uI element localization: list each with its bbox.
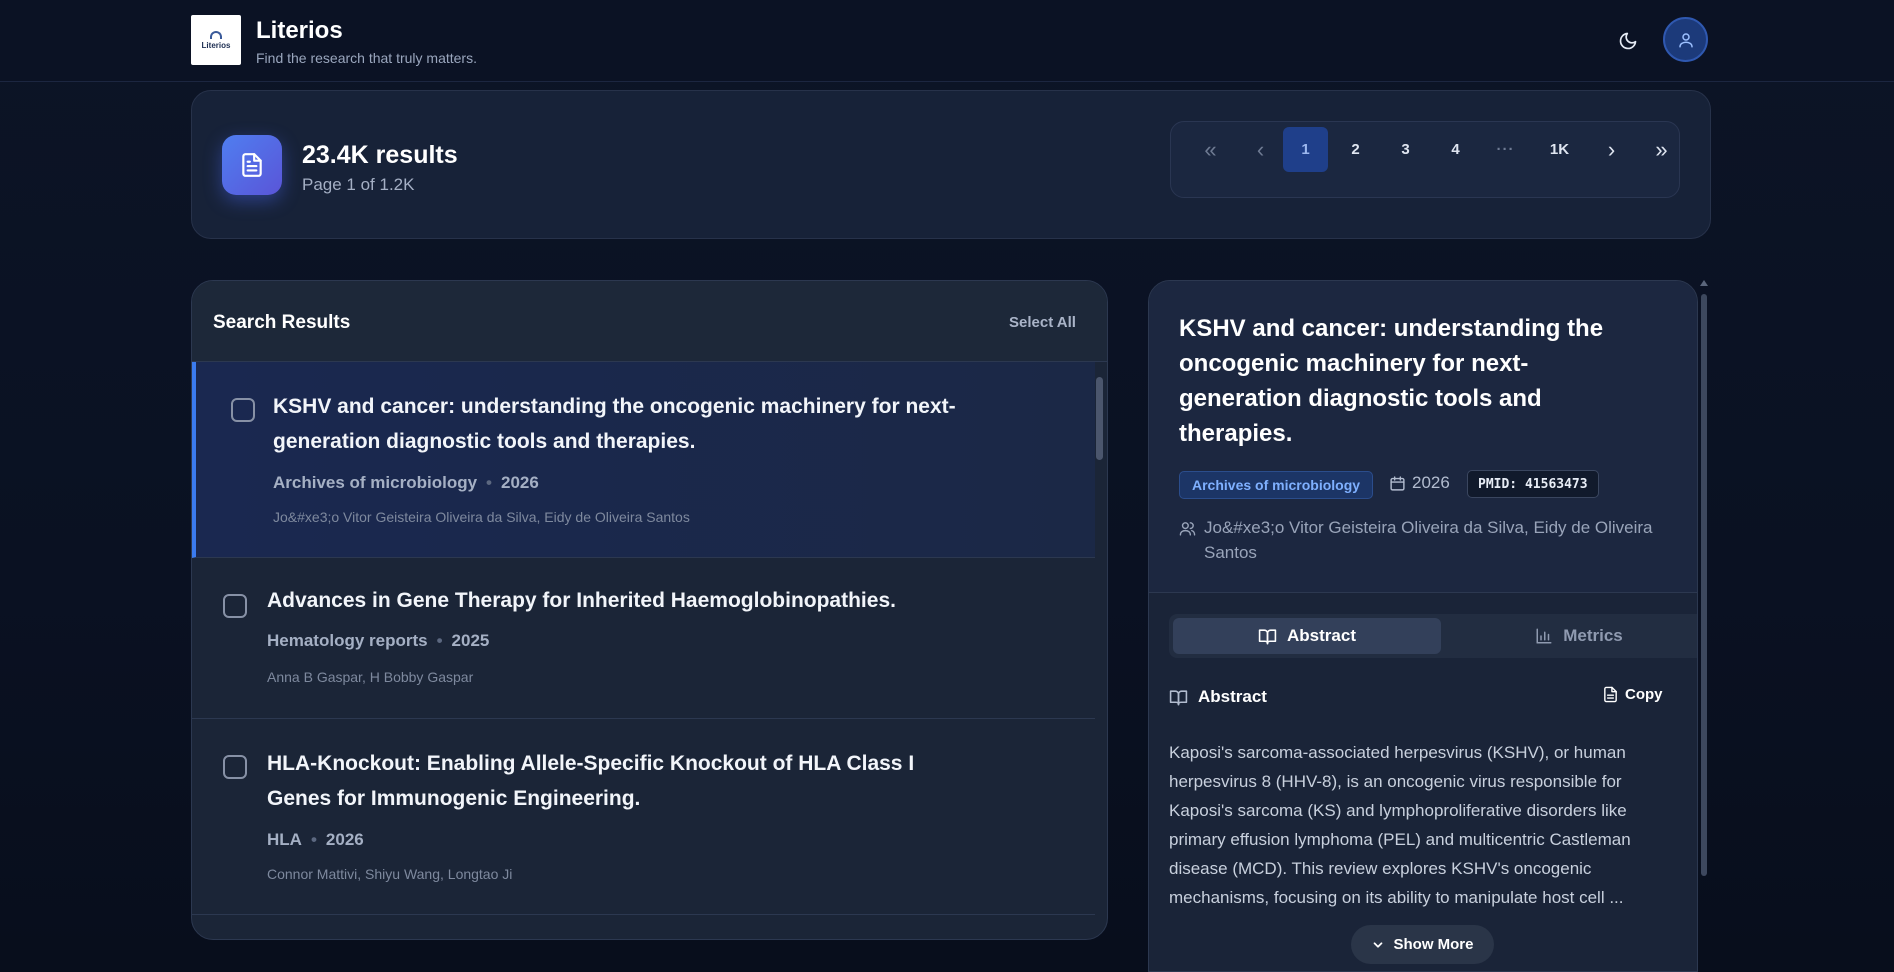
page-button-4[interactable]: 4 bbox=[1433, 127, 1478, 172]
result-title[interactable]: HLA-Knockout: Enabling Allele-Specific K… bbox=[267, 746, 967, 816]
tab-metrics[interactable]: Metrics bbox=[1449, 618, 1697, 654]
brand-logo[interactable]: Literios bbox=[191, 15, 241, 65]
select-all-button[interactable]: Select All bbox=[1009, 314, 1076, 331]
detail-authors-row: Jo&#xe3;o Vitor Geisteira Oliveira da Si… bbox=[1179, 515, 1679, 565]
logo-mark bbox=[210, 30, 222, 39]
document-icon bbox=[242, 153, 262, 177]
tab-abstract[interactable]: Abstract bbox=[1173, 618, 1441, 654]
results-title: Search Results bbox=[213, 312, 351, 333]
first-page-button[interactable]: « bbox=[1188, 127, 1233, 172]
book-open-icon bbox=[1258, 628, 1277, 644]
show-more-button[interactable]: Show More bbox=[1351, 925, 1494, 964]
abstract-heading-text: Abstract bbox=[1198, 687, 1267, 706]
user-menu-button[interactable] bbox=[1663, 17, 1708, 62]
theme-toggle-button[interactable] bbox=[1614, 27, 1642, 55]
detail-year: 2026 bbox=[1389, 473, 1450, 493]
result-item[interactable]: HLA-Knockout: Enabling Allele-Specific K… bbox=[192, 719, 1095, 915]
result-journal: Archives of microbiology bbox=[273, 473, 478, 492]
brand-tagline: Find the research that truly matters. bbox=[256, 50, 477, 66]
brand-title: Literios bbox=[256, 17, 343, 44]
result-authors: Anna B Gaspar, H Bobby Gaspar bbox=[267, 669, 474, 685]
logo-text: Literios bbox=[201, 40, 231, 50]
results-summary-card: 23.4K results Page 1 of 1.2K « ‹ 1 2 3 4… bbox=[191, 90, 1711, 239]
page-button-3[interactable]: 3 bbox=[1383, 127, 1428, 172]
meta-separator: • bbox=[486, 473, 492, 492]
tab-metrics-label: Metrics bbox=[1563, 626, 1623, 645]
chevron-down-icon bbox=[1374, 941, 1383, 948]
user-icon bbox=[1678, 32, 1693, 47]
journal-badge[interactable]: Archives of microbiology bbox=[1179, 471, 1374, 499]
copy-label: Copy bbox=[1625, 686, 1663, 703]
book-open-icon bbox=[1169, 689, 1188, 705]
pagination-ellipsis: ··· bbox=[1496, 141, 1515, 158]
result-authors: Jo&#xe3;o Vitor Geisteira Oliveira da Si… bbox=[273, 509, 690, 525]
result-item[interactable]: KSHV and cancer: understanding the oncog… bbox=[192, 362, 1095, 558]
previous-page-button[interactable]: ‹ bbox=[1238, 127, 1283, 172]
last-page-button[interactable]: » bbox=[1639, 127, 1684, 172]
result-checkbox[interactable] bbox=[223, 594, 247, 618]
result-meta: Hematology reports • 2025 bbox=[267, 631, 489, 651]
result-meta: HLA • 2026 bbox=[267, 830, 364, 850]
result-checkbox[interactable] bbox=[231, 398, 255, 422]
pmid-badge: PMID: 41563473 bbox=[1467, 470, 1599, 498]
result-item[interactable]: Advances in Gene Therapy for Inherited H… bbox=[192, 558, 1095, 719]
scroll-up-arrow[interactable] bbox=[1700, 280, 1708, 286]
page-button-2[interactable]: 2 bbox=[1333, 127, 1378, 172]
detail-header: KSHV and cancer: understanding the oncog… bbox=[1149, 281, 1697, 593]
document-tile bbox=[222, 135, 282, 195]
result-title[interactable]: Advances in Gene Therapy for Inherited H… bbox=[267, 583, 967, 618]
next-page-button[interactable]: › bbox=[1589, 127, 1634, 172]
meta-separator: • bbox=[436, 631, 443, 650]
detail-authors: Jo&#xe3;o Vitor Geisteira Oliveira da Si… bbox=[1204, 518, 1653, 562]
results-scrollbar-thumb[interactable] bbox=[1096, 377, 1103, 460]
result-year: 2026 bbox=[501, 473, 539, 492]
bar-chart-icon bbox=[1536, 628, 1552, 644]
page-indicator: Page 1 of 1.2K bbox=[302, 175, 415, 194]
page-button-last[interactable]: 1K bbox=[1537, 127, 1582, 172]
show-more-label: Show More bbox=[1393, 936, 1474, 953]
abstract-text: Kaposi's sarcoma-associated herpesvirus … bbox=[1169, 743, 1631, 907]
result-meta: Archives of microbiology • 2026 bbox=[273, 473, 539, 493]
calendar-icon bbox=[1390, 475, 1405, 491]
abstract-heading: Abstract bbox=[1169, 687, 1267, 707]
detail-scrollbar[interactable] bbox=[1698, 280, 1710, 972]
detail-scrollbar-thumb[interactable] bbox=[1701, 294, 1707, 876]
meta-separator: • bbox=[310, 830, 317, 849]
result-journal: HLA bbox=[267, 830, 302, 849]
moon-icon bbox=[1619, 32, 1637, 50]
result-journal: Hematology reports bbox=[267, 631, 428, 650]
result-checkbox[interactable] bbox=[223, 755, 247, 779]
result-year: 2026 bbox=[325, 830, 364, 849]
results-header: Search Results Select All bbox=[192, 281, 1107, 362]
copy-abstract-button[interactable]: Copy bbox=[1602, 686, 1663, 703]
search-results-panel: Search Results Select All KSHV and cance… bbox=[191, 280, 1108, 940]
clipboard-icon bbox=[1604, 686, 1617, 703]
result-authors: Connor Mattivi, Shiyu Wang, Longtao Ji bbox=[267, 866, 513, 882]
detail-year-text: 2026 bbox=[1412, 473, 1450, 492]
top-bar: Literios Literios Find the research that… bbox=[0, 0, 1894, 82]
users-icon bbox=[1179, 522, 1196, 536]
detail-title: KSHV and cancer: understanding the oncog… bbox=[1179, 315, 1604, 447]
pagination: « ‹ 1 2 3 4 ··· 1K › » bbox=[1170, 121, 1680, 198]
result-title[interactable]: KSHV and cancer: understanding the oncog… bbox=[273, 389, 973, 459]
page-button-1[interactable]: 1 bbox=[1283, 127, 1328, 172]
result-year: 2025 bbox=[451, 631, 490, 650]
article-detail-panel: KSHV and cancer: understanding the oncog… bbox=[1148, 280, 1698, 972]
results-count: 23.4K results bbox=[302, 141, 458, 169]
tab-abstract-label: Abstract bbox=[1287, 626, 1356, 645]
detail-tabs: Abstract Metrics bbox=[1169, 614, 1697, 658]
